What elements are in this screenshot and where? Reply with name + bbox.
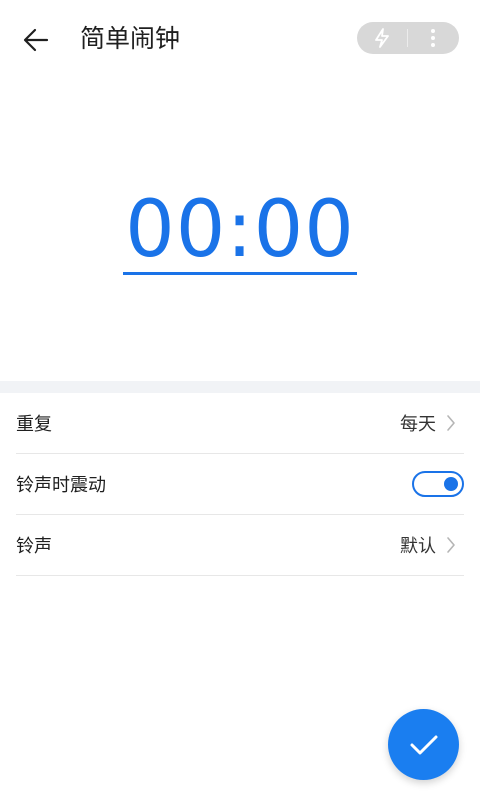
- capsule-menu: [357, 22, 459, 54]
- more-vertical-icon: [431, 29, 435, 47]
- repeat-value-group: 每天: [400, 393, 456, 453]
- ringtone-row[interactable]: 铃声 默认: [16, 515, 464, 576]
- arrow-left-icon: [23, 28, 49, 52]
- ringtone-value: 默认: [400, 536, 436, 557]
- back-button[interactable]: [18, 22, 54, 58]
- check-icon: [410, 735, 437, 754]
- ringtone-label: 铃声: [16, 536, 52, 557]
- repeat-row[interactable]: 重复 每天: [16, 393, 464, 454]
- ringtone-value-group: 默认: [400, 515, 456, 575]
- alarm-time-picker[interactable]: 00:00: [123, 188, 357, 275]
- flash-button[interactable]: [357, 22, 407, 54]
- settings-list: 重复 每天 铃声时震动 铃声 默认: [16, 393, 464, 576]
- time-section: 00:00: [0, 188, 480, 275]
- section-separator: [0, 381, 480, 393]
- repeat-label: 重复: [16, 414, 52, 435]
- chevron-right-icon: [446, 536, 456, 554]
- vibrate-toggle[interactable]: [412, 471, 464, 497]
- vibrate-row: 铃声时震动: [16, 454, 464, 515]
- vibrate-label: 铃声时震动: [16, 475, 106, 496]
- chevron-right-icon: [446, 414, 456, 432]
- flash-icon: [375, 28, 389, 48]
- alarm-editor-screen: 简单闹钟 00:00 重复 每天 铃声时震动 铃声 默认: [0, 0, 480, 800]
- repeat-value: 每天: [400, 414, 436, 435]
- toggle-knob: [444, 477, 458, 491]
- header-bar: 简单闹钟: [0, 0, 480, 78]
- page-title: 简单闹钟: [80, 24, 181, 53]
- more-button[interactable]: [408, 22, 458, 54]
- confirm-button[interactable]: [388, 709, 459, 780]
